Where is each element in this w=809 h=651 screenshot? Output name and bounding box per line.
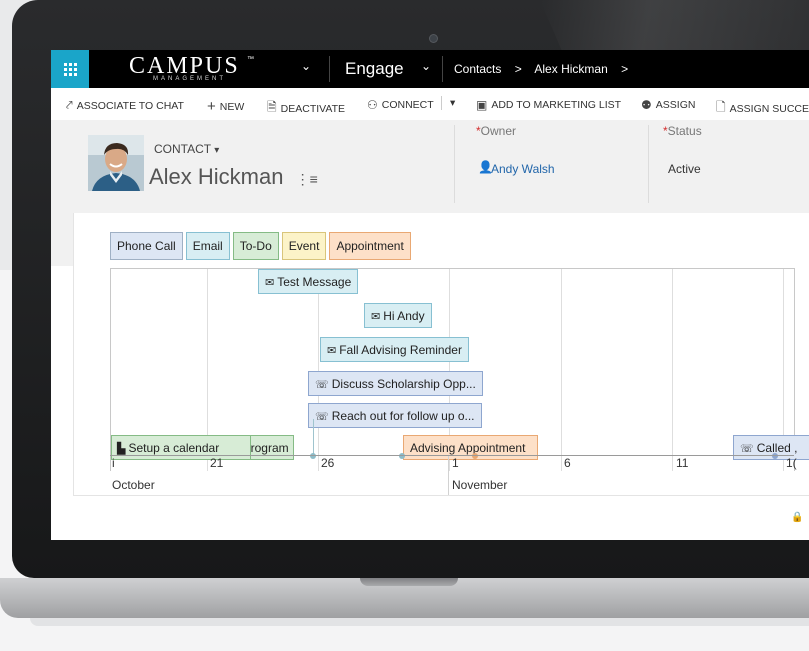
legend-todo[interactable]: To-Do bbox=[232, 232, 279, 260]
header-divider bbox=[454, 125, 455, 203]
new-button[interactable]: + NEW bbox=[207, 98, 244, 115]
message-icon: ✉ bbox=[265, 277, 275, 289]
breadcrumb-contacts[interactable]: Contacts bbox=[454, 62, 501, 76]
record-menu-icon[interactable]: ⋮≡ bbox=[296, 171, 318, 187]
module-chevron-icon[interactable]: ⌄ bbox=[421, 59, 431, 73]
page-title: Alex Hickman ⋮≡ bbox=[149, 164, 318, 189]
legend-email[interactable]: Email bbox=[185, 232, 230, 260]
connect-icon: ⚇ bbox=[367, 98, 378, 112]
deactivate-button[interactable]: 🗎 DEACTIVATE bbox=[267, 98, 345, 119]
axis-tick: 1 bbox=[452, 456, 459, 470]
owner-label: *Owner bbox=[476, 124, 517, 138]
month-label: November bbox=[452, 478, 508, 492]
task-icon: ▙ bbox=[117, 443, 126, 455]
associate-icon: ⤤ bbox=[66, 98, 73, 112]
lid-highlight bbox=[540, 0, 809, 50]
webcam-icon bbox=[430, 35, 437, 42]
activity-timeline-card: Phone Call Email To-Do Event Appointment… bbox=[73, 213, 809, 533]
axis-tick: i bbox=[112, 456, 115, 470]
timeline-legend: Phone Call Email To-Do Event Appointment bbox=[110, 232, 411, 260]
timeline-item[interactable]: ☏ Discuss Scholarship Opp... bbox=[308, 371, 483, 396]
assign-button[interactable]: ⚉ ASSIGN bbox=[641, 98, 695, 112]
timeline-item[interactable]: ✉ Test Message bbox=[258, 269, 359, 294]
phone-icon: ☏ bbox=[740, 443, 754, 455]
gridline bbox=[672, 269, 673, 471]
legend-appointment[interactable]: Appointment bbox=[329, 232, 411, 260]
status-value: Active bbox=[668, 162, 701, 176]
header-divider bbox=[648, 125, 649, 203]
top-navigation-bar: CAMPUS ™ MANAGEMENT ⌄ Engage ⌄ Contacts … bbox=[51, 50, 809, 88]
phone-icon: ☏ bbox=[315, 379, 329, 391]
connect-more-chevron-icon[interactable]: ▾ bbox=[441, 96, 455, 110]
app-grid-icon[interactable] bbox=[51, 50, 89, 88]
legend-event[interactable]: Event bbox=[281, 232, 327, 260]
nav-divider bbox=[442, 56, 443, 82]
deactivate-icon: 🗎 bbox=[267, 100, 277, 114]
owner-link[interactable]: Andy Walsh bbox=[491, 162, 555, 176]
add-to-marketing-list-button[interactable]: ▣ ADD TO MARKETING LIST bbox=[476, 98, 621, 112]
breadcrumb: Contacts > Alex Hickman > bbox=[454, 62, 638, 76]
assign-icon: ⚉ bbox=[641, 98, 652, 112]
timeline-connector bbox=[313, 419, 314, 457]
associate-to-chat-button[interactable]: ⤤ ASSOCIATE TO CHAT bbox=[66, 98, 184, 113]
campus-management-logo[interactable]: CAMPUS ™ MANAGEMENT bbox=[129, 53, 254, 82]
laptop-foot bbox=[30, 618, 809, 626]
axis-tick: 21 bbox=[210, 456, 224, 470]
message-icon: ✉ bbox=[371, 311, 381, 323]
timeline-axis: i 21 26 1 6 11 1( October November bbox=[110, 455, 797, 497]
timeline-item[interactable]: ☏ Reach out for follow up o... bbox=[308, 403, 482, 428]
avatar[interactable] bbox=[88, 135, 144, 191]
gridline bbox=[318, 269, 319, 471]
assign-success-icon: 🗋 bbox=[716, 100, 726, 114]
axis-tick: 1( bbox=[786, 456, 797, 470]
laptop-opening-notch bbox=[360, 578, 458, 586]
plus-icon: + bbox=[207, 98, 216, 115]
timeline-item[interactable]: ✉ Hi Andy bbox=[364, 303, 432, 328]
module-engage-menu[interactable]: Engage bbox=[345, 59, 404, 79]
month-separator bbox=[448, 456, 449, 496]
status-label: *Status bbox=[663, 124, 702, 138]
marketing-list-icon: ▣ bbox=[476, 98, 488, 112]
gridline bbox=[561, 269, 562, 471]
axis-tick: 26 bbox=[321, 456, 335, 470]
app-switcher-chevron-icon[interactable]: ⌄ bbox=[301, 59, 311, 73]
timeline-item[interactable]: ✉ Fall Advising Reminder bbox=[320, 337, 469, 362]
connect-button[interactable]: ⚇ CONNECT bbox=[367, 98, 434, 112]
breadcrumb-record[interactable]: Alex Hickman bbox=[534, 62, 607, 76]
breadcrumb-separator-icon: > bbox=[514, 62, 522, 76]
chevron-down-icon: ▾ bbox=[214, 145, 220, 156]
breadcrumb-more-icon[interactable]: > bbox=[621, 62, 628, 76]
command-bar: ⤤ ASSOCIATE TO CHAT + NEW 🗎 DEACTIVATE ⚇… bbox=[51, 88, 809, 121]
message-icon: ✉ bbox=[327, 345, 337, 357]
phone-icon: ☏ bbox=[315, 411, 329, 423]
card-footer bbox=[73, 495, 809, 540]
lock-icon: 🔒 bbox=[791, 512, 804, 523]
assign-success-button[interactable]: 🗋 ASSIGN SUCCE bbox=[716, 98, 809, 119]
form-type-selector[interactable]: CONTACT ▾ bbox=[154, 142, 219, 156]
nav-divider bbox=[329, 56, 330, 82]
laptop-screen: CAMPUS ™ MANAGEMENT ⌄ Engage ⌄ Contacts … bbox=[51, 50, 809, 540]
axis-tick: 6 bbox=[564, 456, 571, 470]
legend-phone-call[interactable]: Phone Call bbox=[110, 232, 183, 260]
month-label: October bbox=[112, 478, 155, 492]
axis-tick: 11 bbox=[676, 456, 689, 470]
